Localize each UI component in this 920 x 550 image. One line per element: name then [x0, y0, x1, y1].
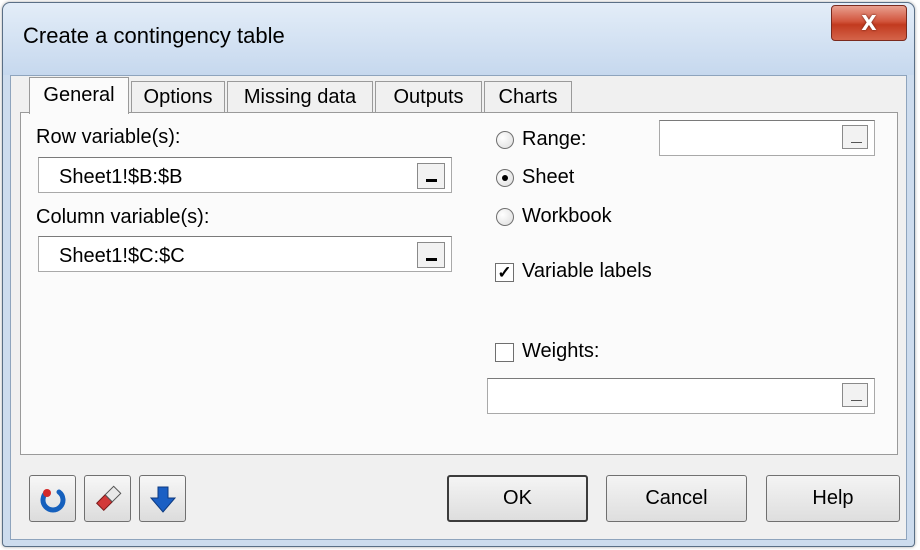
range-field[interactable] [659, 120, 875, 156]
row-variables-label: Row variable(s): [36, 126, 181, 148]
row-variables-field[interactable]: Sheet1!$B:$B [38, 157, 452, 193]
variable-labels-label: Variable labels [522, 260, 652, 282]
weights-checkbox[interactable] [495, 343, 514, 362]
range-select-button[interactable] [842, 125, 868, 149]
weights-select-button[interactable] [842, 383, 868, 407]
row-variables-select-button[interactable] [417, 163, 445, 189]
tab-label: Options [143, 86, 213, 108]
tab-outputs[interactable]: Outputs [375, 81, 482, 113]
tab-missing-data[interactable]: Missing data [227, 81, 373, 113]
close-icon: X [861, 11, 877, 35]
reset-icon [40, 488, 65, 512]
column-variables-label: Column variable(s): [36, 206, 210, 228]
reset-button[interactable] [29, 475, 76, 522]
column-variables-field[interactable]: Sheet1!$C:$C [38, 236, 452, 272]
general-panel: Row variable(s): Sheet1!$B:$B Column var… [20, 112, 898, 455]
range-radio[interactable] [496, 131, 514, 149]
variable-labels-checkbox[interactable]: ✓ [495, 263, 514, 282]
workbook-radio[interactable] [496, 208, 514, 226]
cancel-button[interactable]: Cancel [606, 475, 747, 522]
arrow-down-icon [149, 486, 176, 513]
title-bar[interactable]: Create a contingency table X [3, 3, 914, 75]
weights-label: Weights: [522, 340, 600, 362]
tab-label: Outputs [393, 86, 464, 108]
cancel-button-label: Cancel [645, 487, 708, 509]
move-down-button[interactable] [139, 475, 186, 522]
dialog-window: Create a contingency table X General Opt… [2, 2, 915, 547]
tab-label: General [43, 84, 115, 106]
sheet-radio[interactable] [496, 169, 514, 187]
tab-general[interactable]: General [29, 77, 129, 114]
tab-label: Charts [498, 86, 558, 108]
workbook-radio-label: Workbook [522, 205, 612, 227]
eraser-icon [95, 485, 121, 511]
tab-options[interactable]: Options [131, 81, 225, 113]
weights-field[interactable] [487, 378, 875, 414]
ok-button-label: OK [503, 487, 532, 509]
range-radio-label: Range: [522, 128, 587, 150]
close-button[interactable]: X [831, 5, 907, 41]
dialog-body: General Options Missing data Outputs Cha… [10, 75, 907, 540]
dialog-title: Create a contingency table [23, 23, 285, 48]
row-variables-value: Sheet1!$B:$B [59, 166, 183, 188]
column-variables-value: Sheet1!$C:$C [59, 245, 185, 267]
sheet-radio-label: Sheet [522, 166, 575, 188]
ok-button[interactable]: OK [447, 475, 588, 522]
tab-label: Missing data [243, 86, 357, 108]
column-variables-select-button[interactable] [417, 242, 445, 268]
clear-button[interactable] [84, 475, 131, 522]
help-button[interactable]: Help [766, 475, 900, 522]
tab-charts[interactable]: Charts [484, 81, 572, 113]
help-button-label: Help [812, 487, 854, 509]
